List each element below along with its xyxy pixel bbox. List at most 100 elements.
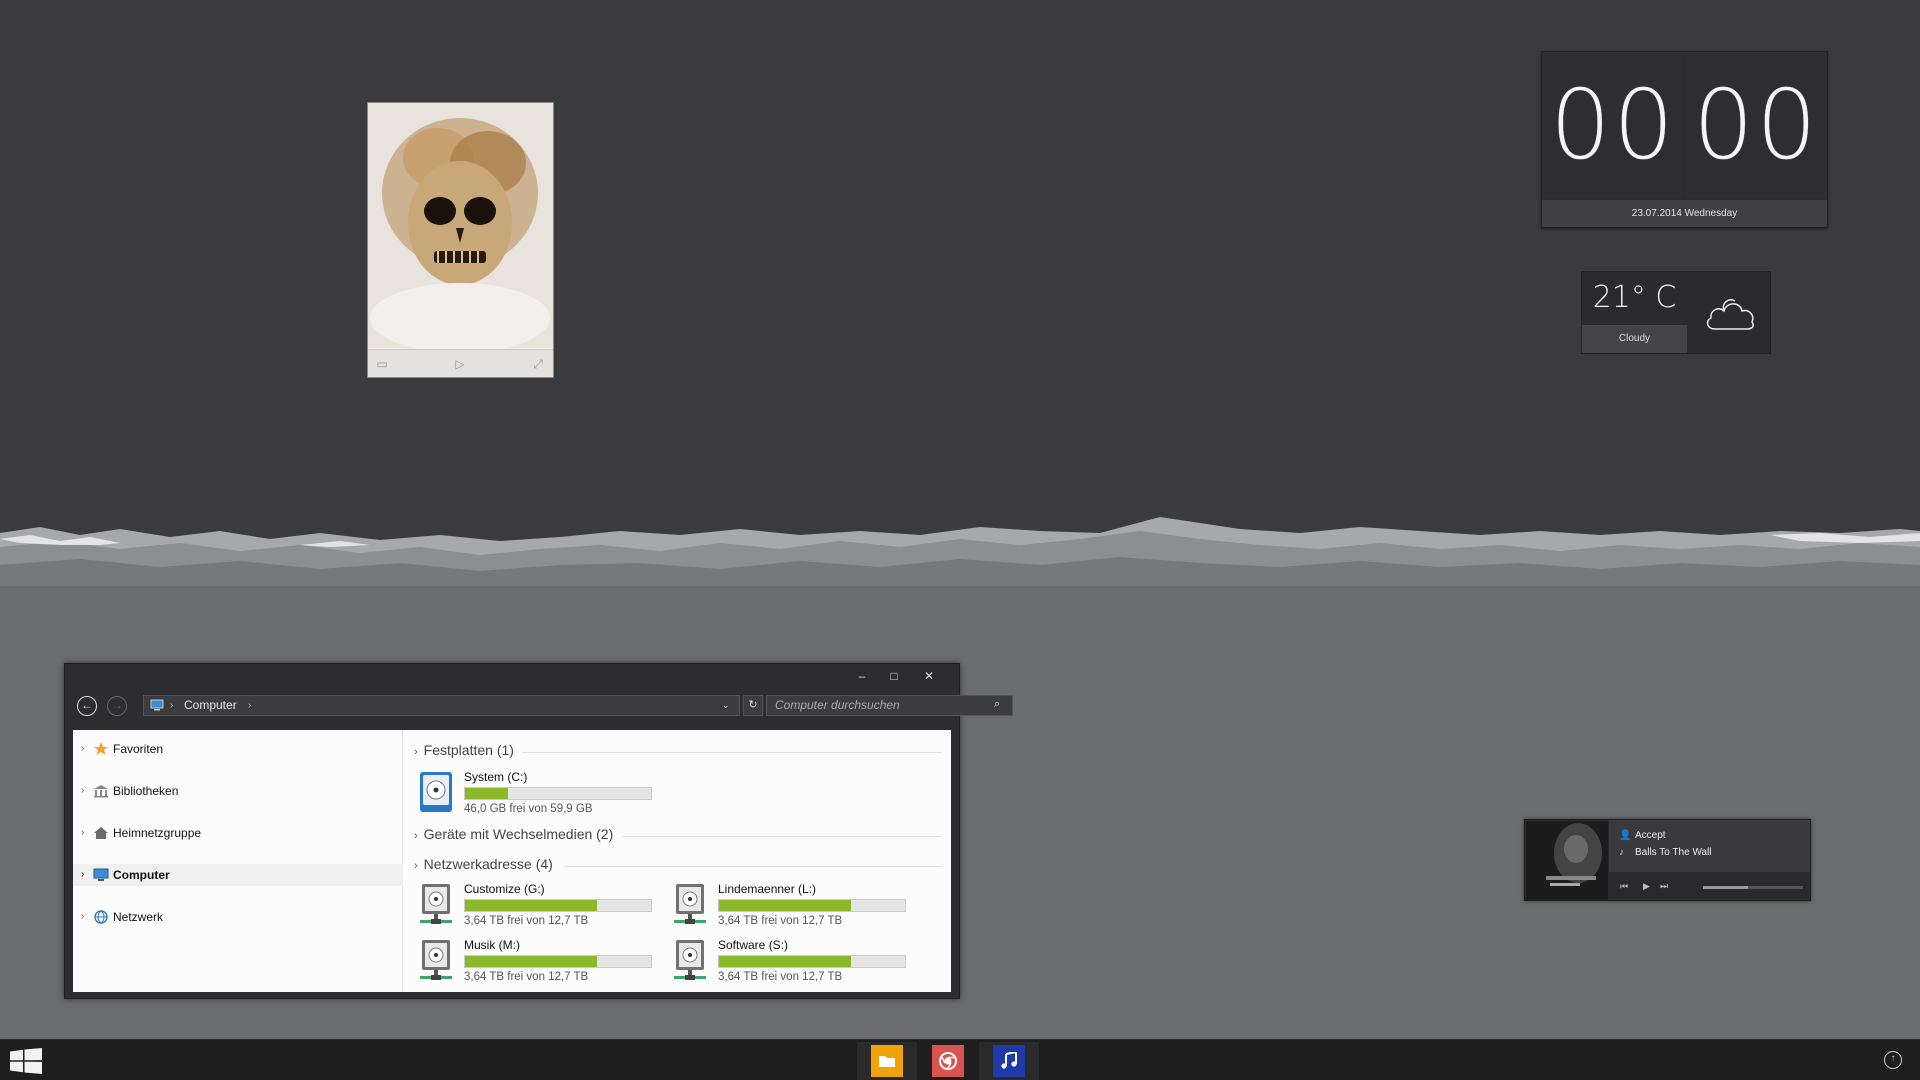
title-bar[interactable]: – □ ✕ <box>65 664 959 688</box>
group-divider <box>622 836 942 837</box>
next-icon[interactable]: ⏭ <box>1660 881 1668 892</box>
weather-gadget: 21° C Cloudy <box>1581 271 1771 354</box>
minimize-button[interactable]: – <box>853 668 871 684</box>
taskbar: ↑ <box>0 1039 1920 1080</box>
breadcrumb-separator-icon: › <box>170 700 174 711</box>
computer-icon <box>150 699 164 711</box>
music-note-icon <box>993 1045 1025 1077</box>
music-player: 👤 Accept ♪ Balls To The Wall ⏮ ▶ ⏭ <box>1524 819 1811 901</box>
breadcrumb-separator-icon: › <box>248 700 252 711</box>
nav-item-computer[interactable]: › Computer <box>73 864 403 886</box>
navigation-pane: › Favoriten › Bibliotheken › Heimnetzgru… <box>73 730 403 992</box>
expand-arrow-icon[interactable]: › <box>81 738 84 760</box>
search-input[interactable]: Computer durchsuchen <box>766 695 1013 716</box>
group-network-locations[interactable]: › Netzwerkadresse (4) <box>414 856 553 872</box>
nav-item-label: Heimnetzgruppe <box>113 826 202 840</box>
address-bar[interactable]: › Computer › ⌄ <box>143 695 740 716</box>
drive-usage-fill <box>719 956 852 967</box>
track-row: ♪ Balls To The Wall <box>1619 847 1712 858</box>
nav-item-network[interactable]: › Netzwerk <box>73 906 403 928</box>
show-hidden-icons-icon[interactable]: ↑ <box>1884 1051 1902 1069</box>
drive-lindemaenner-l[interactable]: Lindemaenner (L:) 3,64 TB frei von 12,7 … <box>672 882 912 928</box>
expand-arrow-icon[interactable]: › <box>81 822 84 844</box>
back-button[interactable]: ← <box>77 696 97 716</box>
skull-photo <box>368 103 553 348</box>
drive-name: Software (S:) <box>718 938 789 952</box>
nav-item-favorites[interactable]: › Favoriten <box>73 738 403 760</box>
drive-name: Musik (M:) <box>464 938 520 952</box>
group-hard-disks[interactable]: › Festplatten (1) <box>414 742 514 758</box>
forward-button[interactable]: → <box>107 696 127 716</box>
drive-customize-g[interactable]: Customize (G:) 3,64 TB frei von 12,7 TB <box>418 882 658 928</box>
clock-hours: 00 <box>1542 52 1684 198</box>
drive-free-space: 3,64 TB frei von 12,7 TB <box>464 915 589 927</box>
track-progress-fill <box>1703 886 1748 889</box>
drive-usage-bar <box>464 787 652 800</box>
drive-system-c[interactable]: System (C:) 46,0 GB frei von 59,9 GB <box>418 770 658 816</box>
group-removable[interactable]: › Geräte mit Wechselmedien (2) <box>414 826 613 842</box>
drive-usage-bar <box>464 899 652 912</box>
nav-item-label: Computer <box>113 868 170 882</box>
drive-software-s[interactable]: Software (S:) 3,64 TB frei von 12,7 TB <box>672 938 912 984</box>
nav-item-label: Bibliotheken <box>113 784 179 798</box>
expand-arrow-icon[interactable]: › <box>81 780 84 802</box>
previous-icon[interactable]: ⏮ <box>1620 881 1628 892</box>
drive-usage-fill <box>465 788 508 799</box>
network-drive-icon <box>674 884 706 924</box>
group-divider <box>564 866 942 867</box>
breadcrumb-computer[interactable]: Computer <box>184 696 237 715</box>
artist-name: Accept <box>1635 830 1666 841</box>
explorer-window[interactable]: – □ ✕ ← → › Computer › ⌄ ↻ Computer durc… <box>64 663 1013 999</box>
slideshow-icon[interactable]: ▭ <box>374 356 390 372</box>
chevron-down-icon[interactable]: ⌄ <box>722 696 730 715</box>
drive-list: › Festplatten (1) System (C:) 46,0 GB fre… <box>404 730 951 992</box>
drive-name: Lindemaenner (L:) <box>718 882 817 896</box>
drive-name: System (C:) <box>464 770 528 784</box>
group-divider <box>522 752 942 753</box>
track-progress-bar[interactable] <box>1703 886 1803 889</box>
network-drive-icon <box>420 884 452 924</box>
clock-gadget: 00 00 23.07.2014 Wednesday <box>1541 51 1828 228</box>
expand-arrow-icon[interactable]: › <box>81 906 84 928</box>
navigation-bar: ← → › Computer › ⌄ ↻ Computer durchsuche… <box>65 690 1013 720</box>
drive-usage-bar <box>718 955 906 968</box>
star-icon <box>94 742 108 755</box>
taskbar-chrome[interactable] <box>918 1042 978 1080</box>
expand-arrow-icon[interactable]: › <box>81 864 84 886</box>
refresh-button[interactable]: ↻ <box>743 695 763 716</box>
drive-free-space: 3,64 TB frei von 12,7 TB <box>718 915 843 927</box>
windows-start-icon[interactable] <box>10 1048 42 1074</box>
music-note-icon: ♪ <box>1619 847 1624 858</box>
drive-free-space: 3,64 TB frei von 12,7 TB <box>718 971 843 983</box>
nav-item-homegroup[interactable]: › Heimnetzgruppe <box>73 822 403 844</box>
taskbar-file-explorer[interactable] <box>857 1042 917 1080</box>
nav-item-libraries[interactable]: › Bibliotheken <box>73 780 403 802</box>
photo-gadget[interactable]: ▭ ▷ ⤢ <box>367 102 554 378</box>
nav-item-label: Favoriten <box>113 742 164 756</box>
drive-usage-fill <box>465 900 598 911</box>
homegroup-icon <box>94 827 108 839</box>
library-icon <box>94 785 108 798</box>
network-drive-icon <box>674 940 706 980</box>
taskbar-music[interactable] <box>979 1042 1039 1080</box>
play-icon[interactable]: ▶ <box>1643 881 1650 892</box>
content-pane: › Favoriten › Bibliotheken › Heimnetzgru… <box>73 730 951 992</box>
desktop-mountains <box>0 517 1920 587</box>
weather-temperature: 21° C <box>1592 280 1677 315</box>
search-icon[interactable]: ⌕ <box>994 698 1000 711</box>
hard-drive-icon <box>420 772 452 812</box>
nav-item-label: Netzwerk <box>113 910 164 924</box>
track-title: Balls To The Wall <box>1635 847 1712 858</box>
photo-controls: ▭ ▷ ⤢ <box>368 349 553 377</box>
expand-icon[interactable]: ⤢ <box>530 356 546 372</box>
network-drive-icon <box>420 940 452 980</box>
folder-icon <box>871 1045 903 1077</box>
drive-free-space: 3,64 TB frei von 12,7 TB <box>464 971 589 983</box>
artist-icon: 👤 <box>1619 830 1632 841</box>
maximize-button[interactable]: □ <box>885 668 903 684</box>
drive-musik-m[interactable]: Musik (M:) 3,64 TB frei von 12,7 TB <box>418 938 658 984</box>
computer-icon <box>93 868 109 881</box>
close-button[interactable]: ✕ <box>920 668 938 684</box>
play-icon[interactable]: ▷ <box>452 356 468 372</box>
drive-usage-fill <box>719 900 852 911</box>
